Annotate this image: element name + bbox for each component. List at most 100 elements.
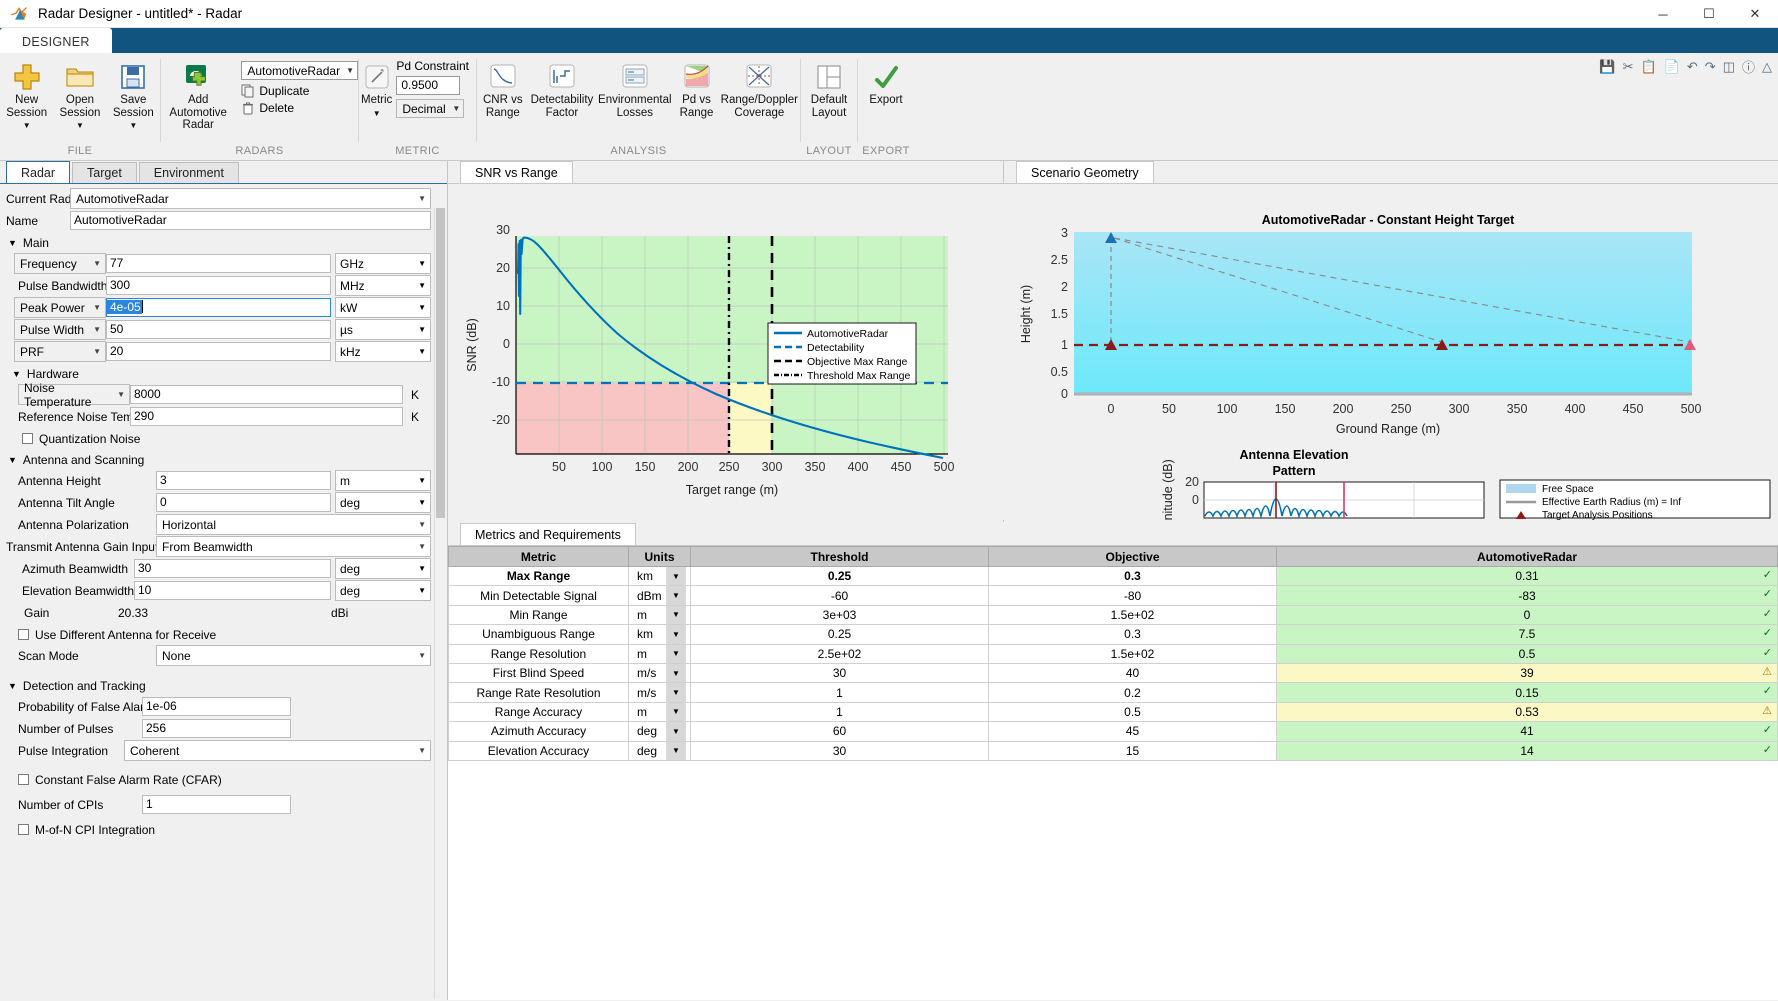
cell-objective[interactable]: -80: [989, 586, 1277, 605]
chevron-down-icon[interactable]: ▼: [666, 567, 686, 585]
panel-tab-environment[interactable]: Environment: [139, 162, 239, 183]
noise-mode-dropdown[interactable]: Noise Temperature ▼: [18, 384, 130, 405]
number-of-pulses-input[interactable]: 256: [142, 719, 291, 738]
panel-tab-target[interactable]: Target: [72, 162, 137, 183]
cell-objective[interactable]: 15: [989, 741, 1277, 760]
antenna-polarization-dropdown[interactable]: Horizontal ▼: [156, 514, 431, 535]
left-panel-scrollbar[interactable]: [434, 208, 446, 999]
delete-radar-button[interactable]: Delete: [241, 101, 358, 115]
quantization-noise-checkbox-row[interactable]: Quantization Noise: [0, 428, 447, 449]
mofn-checkbox[interactable]: [18, 824, 29, 835]
antenna-tilt-unit-dropdown[interactable]: deg ▼: [335, 492, 431, 513]
reference-noise-input[interactable]: 290: [130, 407, 403, 426]
frequency-input[interactable]: 77: [106, 254, 331, 273]
mofn-checkbox-row[interactable]: M-of-N CPI Integration: [0, 819, 447, 840]
cell-threshold[interactable]: 1: [691, 683, 989, 702]
frequency-unit-dropdown[interactable]: GHz ▼: [335, 253, 431, 274]
pulse-bandwidth-unit-dropdown[interactable]: MHz ▼: [335, 275, 431, 296]
radar-name-input[interactable]: AutomotiveRadar: [70, 211, 431, 230]
cell-objective[interactable]: 1.5e+02: [989, 605, 1277, 624]
chevron-down-icon[interactable]: ▼: [666, 703, 686, 721]
cell-units[interactable]: km▼: [629, 567, 691, 586]
tab-metrics-and-requirements[interactable]: Metrics and Requirements: [460, 523, 636, 545]
cfar-checkbox-row[interactable]: Constant False Alarm Rate (CFAR): [0, 769, 447, 790]
table-row[interactable]: Min Detectable SignaldBm▼-60-80-83✓: [449, 586, 1778, 605]
export-button[interactable]: Export: [858, 58, 914, 107]
column-header-radar[interactable]: AutomotiveRadar: [1277, 547, 1778, 567]
antenna-height-unit-dropdown[interactable]: m ▼: [335, 470, 431, 491]
cell-units[interactable]: m/s▼: [629, 683, 691, 702]
peak-power-unit-dropdown[interactable]: kW ▼: [335, 297, 431, 318]
detectability-factor-button[interactable]: Detectability Factor: [529, 58, 596, 119]
pfa-input[interactable]: 1e-06: [142, 697, 291, 716]
cell-threshold[interactable]: 1: [691, 702, 989, 721]
range-doppler-coverage-button[interactable]: Range/Doppler Coverage: [719, 58, 800, 119]
elevation-beamwidth-input[interactable]: 10: [134, 581, 331, 600]
cell-units[interactable]: deg▼: [629, 722, 691, 741]
cell-objective[interactable]: 0.3: [989, 567, 1277, 586]
section-main[interactable]: ▼ Main: [0, 232, 447, 253]
table-row[interactable]: Unambiguous Rangekm▼0.250.37.5✓: [449, 625, 1778, 644]
table-row[interactable]: First Blind Speedm/s▼304039⚠: [449, 663, 1778, 682]
section-antenna[interactable]: ▼ Antenna and Scanning: [0, 449, 447, 470]
paste-icon[interactable]: 📄: [1664, 59, 1680, 75]
pulse-width-unit-dropdown[interactable]: µs ▼: [335, 319, 431, 340]
pd-vs-range-button[interactable]: Pd vs Range: [674, 58, 718, 119]
copy-icon[interactable]: 📋: [1641, 59, 1657, 75]
peak-power-input[interactable]: 4e-05: [106, 298, 331, 317]
column-header-objective[interactable]: Objective: [989, 547, 1277, 567]
azimuth-beamwidth-input[interactable]: 30: [134, 559, 331, 578]
default-layout-button[interactable]: Default Layout: [801, 58, 857, 119]
chevron-down-icon[interactable]: ▼: [666, 645, 686, 663]
antenna-height-input[interactable]: 3: [156, 471, 331, 490]
chevron-down-icon[interactable]: ▼: [23, 121, 31, 130]
prf-input[interactable]: 20: [106, 342, 331, 361]
peak-power-param-dropdown[interactable]: Peak Power ▼: [14, 297, 106, 318]
antenna-tilt-input[interactable]: 0: [156, 493, 331, 512]
cnr-vs-range-button[interactable]: CNR vs Range: [477, 58, 529, 119]
pulse-bandwidth-input[interactable]: 300: [106, 276, 331, 295]
tab-scenario-geometry[interactable]: Scenario Geometry: [1016, 161, 1154, 183]
radar-selector-dropdown[interactable]: AutomotiveRadar ▼: [241, 61, 358, 80]
panel-tab-radar[interactable]: Radar: [6, 161, 70, 183]
chevron-down-icon[interactable]: ▼: [373, 109, 381, 118]
cell-units[interactable]: m/s▼: [629, 663, 691, 682]
scan-mode-dropdown[interactable]: None ▼: [156, 645, 431, 666]
help-icon[interactable]: ⓘ: [1742, 57, 1755, 76]
different-antenna-checkbox[interactable]: [18, 629, 29, 640]
cell-objective[interactable]: 0.3: [989, 625, 1277, 644]
chevron-down-icon[interactable]: ▼: [76, 121, 84, 130]
column-header-threshold[interactable]: Threshold: [691, 547, 989, 567]
close-button[interactable]: ✕: [1732, 0, 1778, 28]
gain-input-dropdown[interactable]: From Beamwidth ▼: [156, 536, 431, 557]
different-antenna-checkbox-row[interactable]: Use Different Antenna for Receive: [0, 624, 447, 645]
cell-objective[interactable]: 40: [989, 663, 1277, 682]
chevron-down-icon[interactable]: ▼: [666, 606, 686, 624]
current-radar-dropdown[interactable]: AutomotiveRadar ▼: [70, 188, 431, 209]
column-header-metric[interactable]: Metric: [449, 547, 629, 567]
cut-icon[interactable]: ✂: [1623, 59, 1634, 75]
cell-units[interactable]: m▼: [629, 702, 691, 721]
chevron-down-icon[interactable]: ▼: [666, 664, 686, 682]
table-row[interactable]: Range Resolutionm▼2.5e+021.5e+020.5✓: [449, 644, 1778, 663]
prf-unit-dropdown[interactable]: kHz ▼: [335, 341, 431, 362]
azimuth-beamwidth-unit-dropdown[interactable]: deg ▼: [335, 558, 431, 579]
cell-units[interactable]: m▼: [629, 605, 691, 624]
metrics-table-wrapper[interactable]: Metric Units Threshold Objective Automot…: [448, 545, 1778, 1000]
column-header-units[interactable]: Units: [629, 547, 691, 567]
tab-designer[interactable]: DESIGNER: [0, 28, 112, 53]
pd-constraint-input[interactable]: 0.9500: [396, 76, 460, 95]
collapse-ribbon-icon[interactable]: △: [1762, 59, 1772, 75]
tab-snr-vs-range[interactable]: SNR vs Range: [460, 161, 573, 183]
metric-format-dropdown[interactable]: Decimal ▼: [396, 99, 464, 118]
number-of-cpis-input[interactable]: 1: [142, 795, 291, 814]
chevron-down-icon[interactable]: ▼: [666, 625, 686, 643]
left-panel-scroll-thumb[interactable]: [436, 208, 445, 518]
cell-objective[interactable]: 0.2: [989, 683, 1277, 702]
cell-objective[interactable]: 1.5e+02: [989, 644, 1277, 663]
chevron-down-icon[interactable]: ▼: [666, 722, 686, 740]
pulse-integration-dropdown[interactable]: Coherent ▼: [124, 740, 431, 761]
maximize-button[interactable]: ☐: [1686, 0, 1732, 28]
cfar-checkbox[interactable]: [18, 774, 29, 785]
cell-units[interactable]: dBm▼: [629, 586, 691, 605]
